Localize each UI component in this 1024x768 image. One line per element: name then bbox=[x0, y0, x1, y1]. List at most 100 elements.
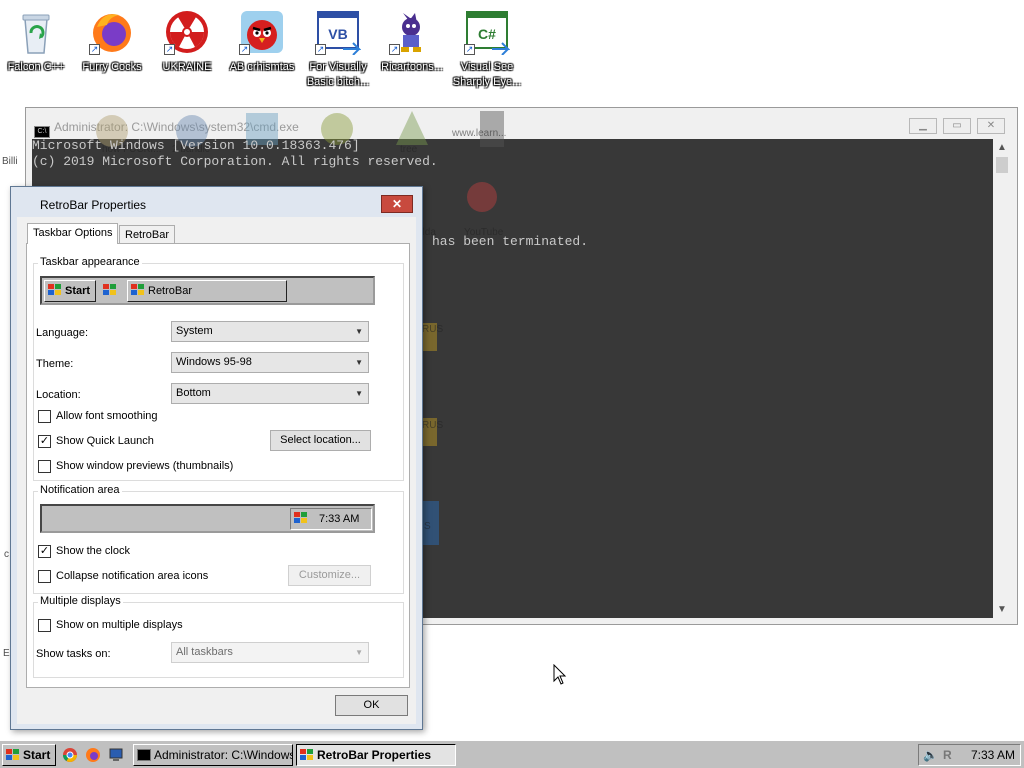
desktop-icon-ricartoons[interactable]: ↗ Ricartoons... bbox=[374, 9, 450, 75]
dialog-title: RetroBar Properties bbox=[40, 198, 147, 212]
firefox-icon[interactable] bbox=[85, 747, 101, 763]
taskbar-preview: Start RetroBar bbox=[40, 276, 375, 305]
show-quick-launch-checkbox[interactable]: ✓ bbox=[38, 435, 51, 448]
theme-label: Theme: bbox=[36, 358, 74, 370]
desktop-icon-visual-csharp[interactable]: C# ↗ Visual See Sharply Eye... bbox=[449, 9, 525, 90]
mouse-cursor-icon bbox=[553, 664, 567, 685]
partial-desktop-label: c bbox=[4, 549, 9, 560]
retrobar-app-icon bbox=[300, 749, 314, 761]
retrobar-tray-icon bbox=[294, 512, 308, 524]
recycle-bin-icon bbox=[13, 9, 59, 55]
show-on-multiple-label[interactable]: Show on multiple displays bbox=[56, 619, 183, 631]
show-on-multiple-checkbox[interactable] bbox=[38, 619, 51, 632]
visual-basic-icon: VB ↗ bbox=[315, 9, 362, 56]
quick-launch-icon bbox=[103, 284, 117, 296]
shortcut-arrow-icon: ↗ bbox=[389, 44, 400, 55]
taskbar-clock[interactable]: 7:33 AM bbox=[971, 745, 1015, 765]
tab-panel: Taskbar appearance Start RetroBar Langua… bbox=[26, 243, 410, 688]
group-title: Multiple displays bbox=[38, 595, 123, 607]
allow-font-smoothing-checkbox[interactable] bbox=[38, 410, 51, 423]
firefox-icon: ↗ bbox=[89, 9, 135, 55]
cmd-icon bbox=[137, 749, 151, 761]
cs-glyph: C# bbox=[478, 26, 496, 42]
allow-font-smoothing-label[interactable]: Allow font smoothing bbox=[56, 410, 158, 422]
show-clock-checkbox[interactable]: ✓ bbox=[38, 545, 51, 558]
shortcut-arrow-icon: ↗ bbox=[464, 44, 475, 55]
show-window-previews-label[interactable]: Show window previews (thumbnails) bbox=[56, 460, 233, 472]
location-label: Location: bbox=[36, 389, 81, 401]
scroll-thumb[interactable] bbox=[996, 157, 1008, 173]
retrobar-tray-icon[interactable]: R bbox=[943, 745, 952, 765]
desktop-icon-label: Visual See Sharply Eye... bbox=[452, 61, 522, 88]
volume-icon[interactable]: 🔈 bbox=[923, 745, 938, 765]
taskbar-appearance-group: Taskbar appearance Start RetroBar Langua… bbox=[33, 256, 404, 481]
windows-flag-icon bbox=[6, 749, 20, 761]
collapse-icons-label[interactable]: Collapse notification area icons bbox=[56, 570, 208, 582]
desktop-icon-label: Ricartoons... bbox=[381, 61, 443, 73]
preview-task-button: RetroBar bbox=[127, 280, 287, 302]
scroll-up-icon[interactable]: ▲ bbox=[993, 139, 1011, 156]
ghost-icon bbox=[396, 111, 428, 145]
desktop-icon-ukraine[interactable]: ↗ UKRAINE bbox=[149, 9, 225, 75]
chevron-down-icon: ▼ bbox=[355, 648, 363, 657]
chevron-down-icon: ▼ bbox=[355, 358, 363, 367]
ghost-label: RUS bbox=[422, 420, 444, 431]
desktop-icon-label: Falcon C++ bbox=[7, 61, 65, 73]
tab-taskbar-options[interactable]: Taskbar Options bbox=[27, 223, 119, 244]
taskbar-task-cmd[interactable]: Administrator: C:\Windows... bbox=[133, 744, 293, 766]
select-location-button[interactable]: Select location... bbox=[270, 430, 371, 451]
group-title: Notification area bbox=[38, 484, 122, 496]
desktop-icon-label: AB crhismtas bbox=[229, 61, 295, 73]
windows-flag-icon bbox=[48, 284, 62, 296]
desktop-icon-label: UKRAINE bbox=[162, 61, 212, 73]
chrome-icon[interactable] bbox=[62, 747, 78, 763]
customize-button[interactable]: Customize... bbox=[288, 565, 371, 586]
taskbar: Start Administrator: C:\Windows... Retro… bbox=[0, 740, 1024, 768]
check-icon: ✓ bbox=[39, 435, 50, 447]
show-quick-launch-label[interactable]: Show Quick Launch bbox=[56, 435, 154, 447]
ok-button[interactable]: OK bbox=[335, 695, 408, 716]
desktop-icon-label: Furry Cocks bbox=[82, 61, 142, 73]
theme-select[interactable]: Windows 95-98 ▼ bbox=[171, 352, 369, 373]
retrobar-properties-dialog[interactable]: RetroBar Properties ✕ Taskbar Options Re… bbox=[10, 186, 423, 730]
console-message: has been terminated. bbox=[432, 234, 589, 249]
chevron-down-icon: ▼ bbox=[355, 389, 363, 398]
cartoon-character-icon: ↗ bbox=[389, 9, 435, 55]
desktop-icon-falcon[interactable]: Falcon C++ bbox=[0, 9, 74, 75]
console-line-1: Microsoft Windows [Version 10.0.18363.47… bbox=[32, 138, 360, 153]
visual-csharp-icon: C# ↗ bbox=[464, 9, 511, 56]
minimize-button[interactable]: ▁ bbox=[909, 118, 937, 134]
shortcut-arrow-icon: ↗ bbox=[239, 44, 250, 55]
shortcut-arrow-icon: ↗ bbox=[164, 44, 175, 55]
ghost-label: RUS bbox=[422, 324, 444, 335]
tab-retrobar[interactable]: RetroBar bbox=[119, 225, 176, 244]
computer-icon[interactable] bbox=[108, 747, 124, 763]
desktop-icon-ab[interactable]: ↗ AB crhismtas bbox=[224, 9, 300, 75]
radiation-icon: ↗ bbox=[164, 9, 210, 55]
preview-tray: 7:33 AM bbox=[290, 508, 372, 530]
start-button[interactable]: Start bbox=[2, 744, 56, 766]
show-clock-label[interactable]: Show the clock bbox=[56, 545, 130, 557]
retrobar-app-icon bbox=[131, 284, 145, 296]
maximize-button[interactable]: ▭ bbox=[943, 118, 971, 134]
desktop-icon-furry[interactable]: ↗ Furry Cocks bbox=[74, 9, 150, 75]
close-button[interactable]: ✕ bbox=[977, 118, 1005, 134]
desktop-icon-label: For Visually Basic bitch... bbox=[306, 61, 370, 88]
ghost-icon bbox=[467, 182, 497, 212]
scroll-down-icon[interactable]: ▼ bbox=[993, 601, 1011, 618]
cmd-icon: C:\ bbox=[34, 126, 50, 138]
group-title: Taskbar appearance bbox=[38, 256, 142, 268]
close-icon[interactable]: ✕ bbox=[381, 195, 413, 213]
chevron-down-icon: ▼ bbox=[355, 327, 363, 336]
collapse-icons-checkbox[interactable] bbox=[38, 570, 51, 583]
taskbar-task-retrobar[interactable]: RetroBar Properties bbox=[296, 744, 456, 766]
check-icon: ✓ bbox=[39, 545, 50, 557]
show-window-previews-checkbox[interactable] bbox=[38, 460, 51, 473]
language-select[interactable]: System ▼ bbox=[171, 321, 369, 342]
notification-area-group: Notification area 7:33 AM ✓ Show the clo… bbox=[33, 484, 404, 594]
console-scrollbar[interactable]: ▲ ▼ bbox=[993, 139, 1011, 618]
desktop-icon-visual-basic[interactable]: VB ↗ For Visually Basic bitch... bbox=[300, 9, 376, 90]
location-select[interactable]: Bottom ▼ bbox=[171, 383, 369, 404]
show-tasks-on-select[interactable]: All taskbars ▼ bbox=[171, 642, 369, 663]
partial-desktop-label: Billi bbox=[2, 156, 18, 167]
